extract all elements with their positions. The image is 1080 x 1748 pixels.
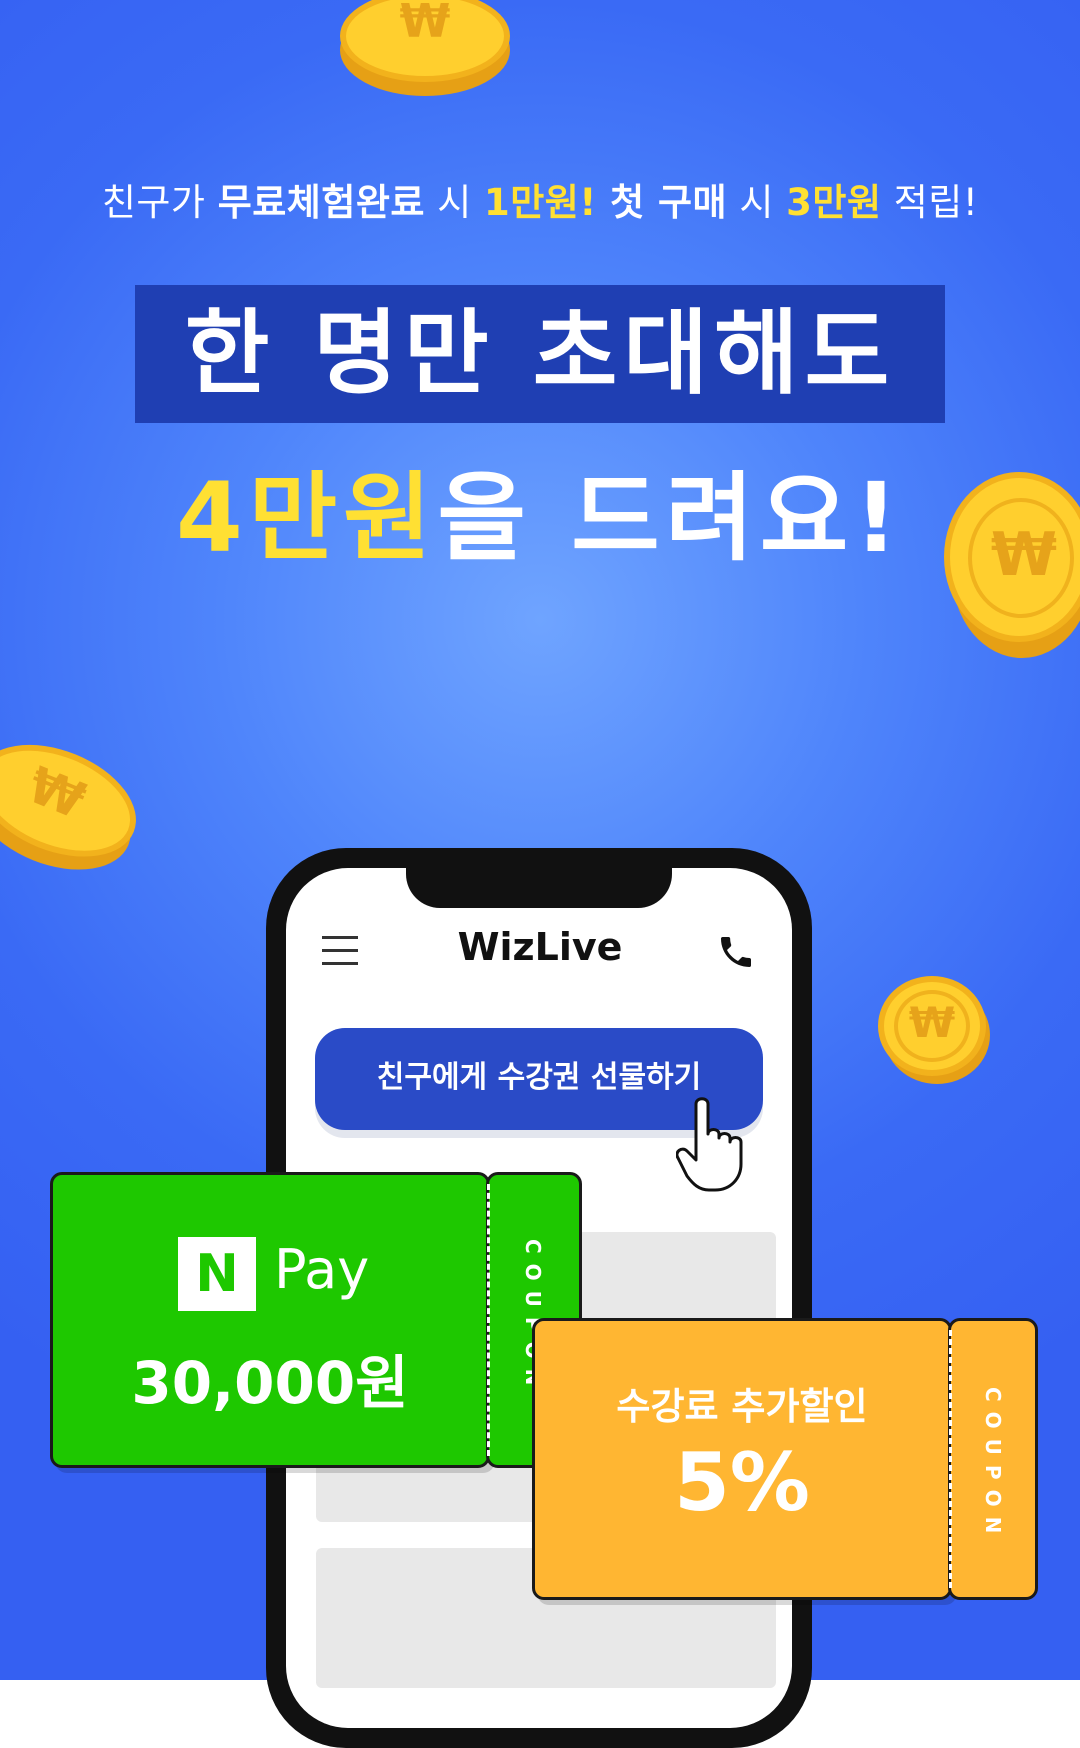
pointer-hand-icon bbox=[675, 1096, 766, 1196]
coin-top-icon: ₩ bbox=[340, 0, 510, 100]
headline-line2: 4만원을 드려요! bbox=[176, 462, 904, 574]
phone-call-icon[interactable] bbox=[716, 932, 756, 981]
discount-coupon-stub: COUPON bbox=[948, 1318, 1038, 1600]
coin-small-icon: ₩ bbox=[878, 976, 990, 1084]
naverpay-logo-text: Pay bbox=[274, 1238, 370, 1301]
discount-title: 수강료 추가할인 bbox=[616, 1385, 868, 1428]
naverpay-n-icon: N bbox=[195, 1244, 239, 1304]
discount-value: 5% bbox=[674, 1436, 810, 1529]
app-logo: WizLive bbox=[457, 925, 623, 969]
naverpay-coupon bbox=[50, 1172, 490, 1468]
menu-icon[interactable] bbox=[322, 936, 358, 966]
headline-line1: 한 명만 초대해도 bbox=[184, 300, 896, 407]
naverpay-amount: 30,000원 bbox=[131, 1349, 409, 1417]
phone-notch bbox=[406, 860, 672, 908]
promo-subtitle: 친구가 무료체험완료 시 1만원! 첫 구매 시 3만원 적립! bbox=[101, 181, 979, 224]
